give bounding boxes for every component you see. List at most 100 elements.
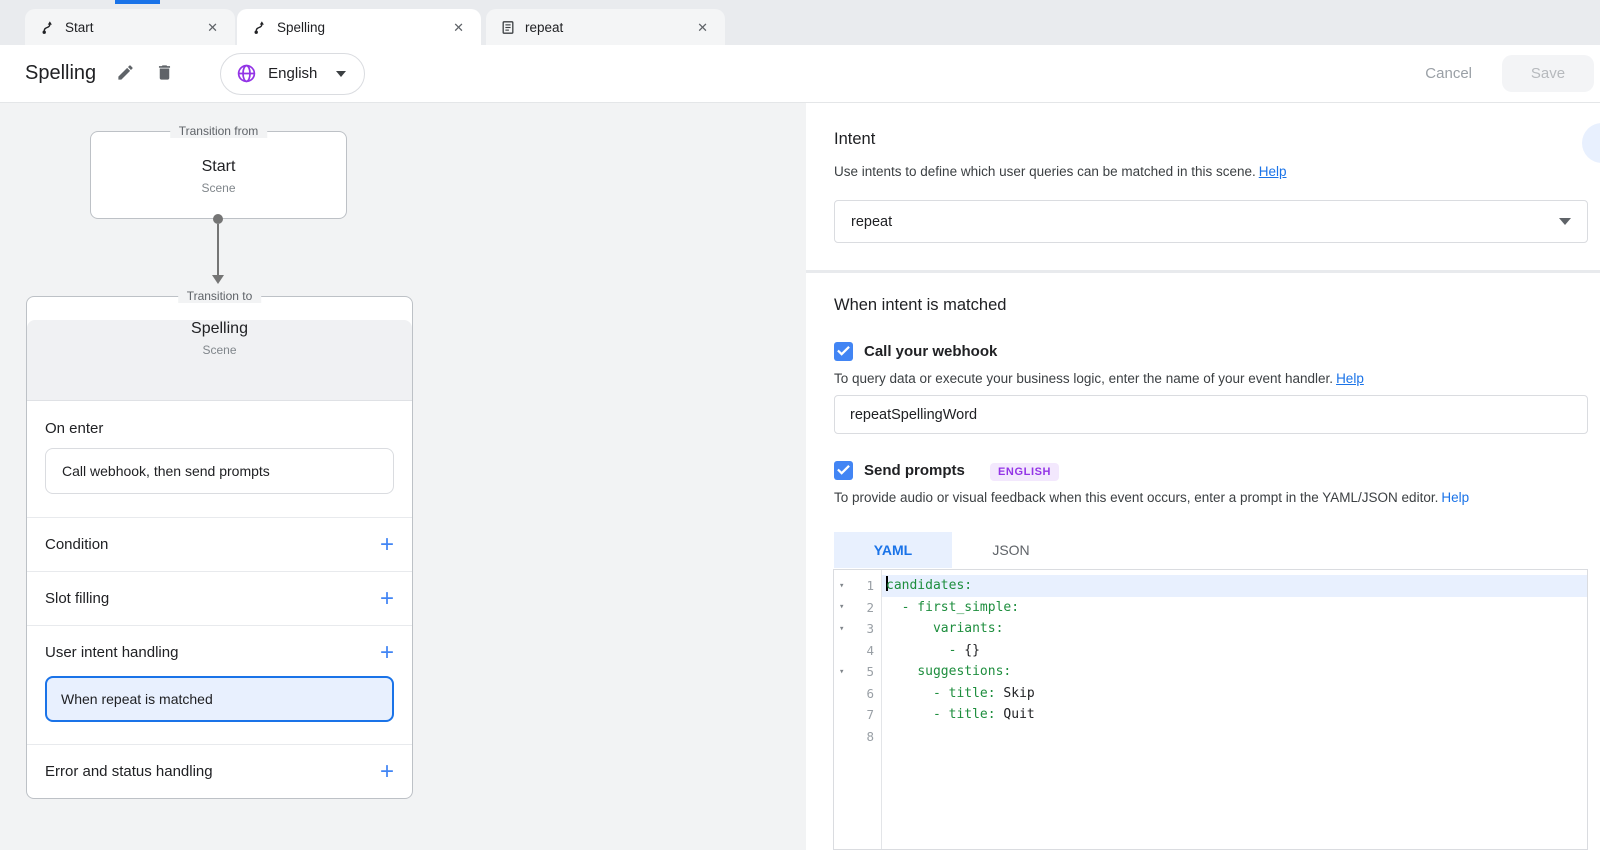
- transition-to-node: Transition to Spelling Scene On enter Ca…: [26, 296, 413, 799]
- scene-node-header[interactable]: Spelling Scene: [27, 320, 412, 401]
- call-webhook-checkbox[interactable]: [834, 342, 853, 361]
- on-enter-label: On enter: [45, 420, 394, 437]
- transition-from-legend: Transition from: [170, 124, 268, 138]
- delete-scene-button[interactable]: [155, 63, 174, 85]
- scene-section-slot-filling: Slot filling +: [27, 571, 412, 625]
- connector-line: [217, 224, 219, 276]
- intent-detail-panel: Intent Use intents to define which user …: [806, 103, 1600, 850]
- line-number: 8: [866, 729, 874, 744]
- fold-arrow-icon[interactable]: ▾: [839, 624, 851, 634]
- tab-drag-indicator: [115, 0, 160, 4]
- line-number: 3: [866, 621, 874, 636]
- from-node-subtitle: Scene: [91, 181, 346, 195]
- call-webhook-label: Call your webhook: [864, 343, 997, 360]
- gutter-line-1[interactable]: ▾1: [834, 575, 881, 597]
- webhook-input[interactable]: [834, 395, 1588, 434]
- scene-diagram-canvas: Transition from Start Scene Transition t…: [0, 103, 806, 850]
- transition-to-legend: Transition to: [178, 289, 262, 303]
- to-node-title: Spelling: [27, 320, 412, 338]
- close-icon[interactable]: ✕: [695, 19, 710, 36]
- gutter-line-5[interactable]: ▾5: [834, 661, 881, 683]
- code-line-1[interactable]: candidates:: [882, 575, 1587, 597]
- cancel-button[interactable]: Cancel: [1425, 65, 1472, 82]
- connector-dot: [213, 214, 223, 224]
- code-line-6[interactable]: - title: Skip: [882, 683, 1587, 705]
- trash-icon: [155, 63, 174, 85]
- editor-gutter: ▾1▾2▾34▾5678: [834, 570, 882, 849]
- intent-help-link[interactable]: Help: [1259, 164, 1287, 179]
- chevron-down-icon: [336, 71, 346, 77]
- code-line-3[interactable]: variants:: [882, 618, 1587, 640]
- intent-handler-card[interactable]: When repeat is matched: [45, 676, 394, 722]
- connector-arrowhead-icon: [212, 275, 224, 284]
- gutter-line-8: 8: [834, 726, 881, 748]
- fold-arrow-icon[interactable]: ▾: [839, 667, 851, 677]
- scene-section-condition: Condition +: [27, 517, 412, 571]
- line-number: 5: [866, 664, 874, 679]
- globe-icon: [236, 63, 257, 84]
- close-icon[interactable]: ✕: [451, 19, 466, 36]
- edit-title-button[interactable]: [116, 63, 135, 85]
- webhook-description: To query data or execute your business l…: [834, 371, 1364, 386]
- send-prompts-checkbox[interactable]: [834, 461, 853, 480]
- code-line-8[interactable]: [882, 726, 1587, 748]
- gutter-line-3[interactable]: ▾3: [834, 618, 881, 640]
- code-line-7[interactable]: - title: Quit: [882, 704, 1587, 726]
- tab-spelling[interactable]: Spelling ✕: [237, 9, 481, 45]
- editor-tab-yaml[interactable]: YAML: [834, 532, 952, 568]
- scene-icon: [252, 20, 267, 35]
- prompts-description: To provide audio or visual feedback when…: [834, 490, 1469, 505]
- code-line-4[interactable]: - {}: [882, 640, 1587, 662]
- gutter-line-7: 7: [834, 704, 881, 726]
- checkmark-icon: [837, 462, 850, 480]
- tab-repeat[interactable]: repeat ✕: [486, 9, 725, 45]
- webhook-help-link[interactable]: Help: [1336, 371, 1364, 386]
- select-caret-icon: [1559, 218, 1571, 225]
- floating-button-peek[interactable]: [1582, 123, 1600, 163]
- section-label: Error and status handling: [45, 763, 213, 780]
- transition-from-node[interactable]: Transition from Start Scene: [90, 131, 347, 219]
- tab-label: repeat: [525, 20, 563, 35]
- gutter-line-2[interactable]: ▾2: [834, 597, 881, 619]
- line-number: 7: [866, 707, 874, 722]
- gutter-line-6: 6: [834, 683, 881, 705]
- section-label: Condition: [45, 536, 108, 553]
- tab-start[interactable]: Start ✕: [25, 9, 235, 45]
- add-icon[interactable]: +: [380, 760, 394, 784]
- prompts-help-link[interactable]: Help: [1441, 490, 1469, 505]
- on-enter-card[interactable]: Call webhook, then send prompts: [45, 448, 394, 494]
- add-icon[interactable]: +: [380, 587, 394, 611]
- scene-header: Spelling English Cancel Save: [0, 45, 1600, 103]
- scene-icon: [40, 20, 55, 35]
- send-prompts-label: Send prompts: [864, 462, 965, 479]
- intent-description: Use intents to define which user queries…: [834, 164, 1287, 179]
- fold-arrow-icon[interactable]: ▾: [839, 581, 851, 591]
- fold-arrow-icon[interactable]: ▾: [839, 602, 851, 612]
- from-node-title: Start: [91, 158, 346, 176]
- editor-format-tabs: YAMLJSON: [834, 532, 1070, 568]
- tab-label: Start: [65, 20, 94, 35]
- line-number: 4: [866, 643, 874, 658]
- add-icon[interactable]: +: [380, 641, 394, 665]
- checkmark-icon: [837, 343, 850, 361]
- tab-label: Spelling: [277, 20, 325, 35]
- actions-console-app: Start ✕ Spelling ✕ repeat ✕ Spelling English …: [0, 0, 1600, 850]
- page-title: Spelling: [25, 62, 96, 85]
- code-line-5[interactable]: suggestions:: [882, 661, 1587, 683]
- section-divider: [806, 270, 1600, 273]
- section-label: User intent handling: [45, 644, 178, 661]
- section-label: Slot filling: [45, 590, 109, 607]
- yaml-code-editor[interactable]: ▾1▾2▾34▾5678 candidates: - first_simple:…: [833, 569, 1588, 850]
- gutter-line-4: 4: [834, 640, 881, 662]
- editor-tab-json[interactable]: JSON: [952, 532, 1070, 568]
- save-button[interactable]: Save: [1502, 55, 1594, 92]
- close-icon[interactable]: ✕: [205, 19, 220, 36]
- language-selector[interactable]: English: [220, 53, 365, 95]
- language-label: English: [268, 65, 317, 82]
- line-number: 1: [866, 578, 874, 593]
- editor-code-area[interactable]: candidates: - first_simple: variants: - …: [882, 570, 1587, 849]
- add-icon[interactable]: +: [380, 533, 394, 557]
- intent-icon: [501, 20, 515, 35]
- intent-select[interactable]: repeat: [834, 200, 1588, 243]
- code-line-2[interactable]: - first_simple:: [882, 597, 1587, 619]
